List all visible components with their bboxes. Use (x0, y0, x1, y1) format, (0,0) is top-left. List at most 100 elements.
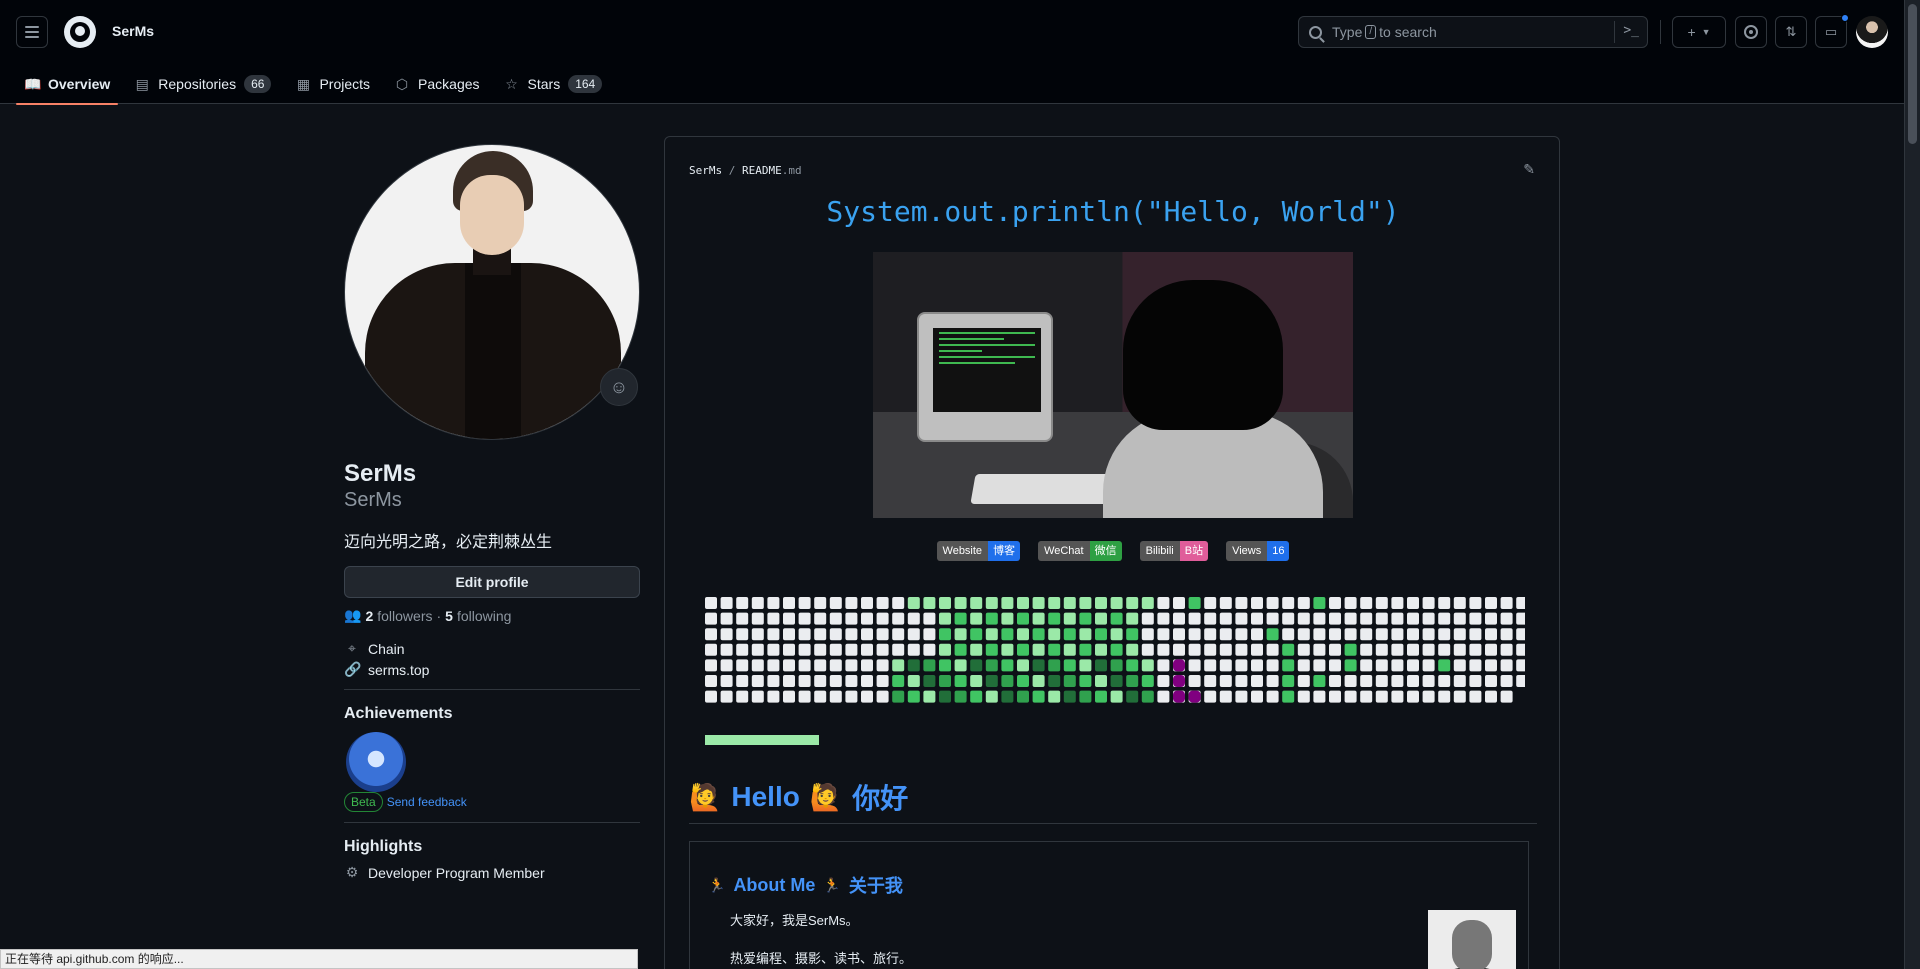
contribution-cell (1251, 628, 1263, 641)
contribution-cell (1469, 675, 1482, 687)
contribution-cell (1235, 628, 1248, 641)
contribution-cell (829, 628, 842, 641)
inbox-button[interactable]: ▭ (1815, 14, 1849, 48)
contribution-cell (1407, 675, 1419, 687)
contribution-cell (1485, 612, 1497, 625)
contribution-cell (954, 643, 967, 656)
website-badge[interactable]: Website 博客 (936, 541, 1021, 561)
tab-stars[interactable]: ☆ Stars 164 (496, 64, 611, 104)
contribution-cell (954, 659, 967, 672)
user-avatar-button[interactable] (1856, 16, 1888, 48)
send-feedback-link[interactable]: Send feedback (387, 795, 467, 809)
following-link[interactable]: following (457, 608, 511, 624)
contribution-cell (1126, 612, 1139, 625)
contribution-cell (1048, 612, 1061, 625)
contribution-cell (1219, 628, 1232, 641)
bilibili-badge[interactable]: Bilibili B站 (1139, 541, 1209, 561)
contribution-cell (1500, 675, 1513, 687)
contribution-cell (783, 612, 795, 625)
contribution-cell (798, 659, 811, 672)
contribution-cell (1001, 643, 1014, 656)
contribution-cell (1282, 690, 1295, 703)
snake-segment (1188, 690, 1201, 703)
contribution-cell (1438, 690, 1451, 703)
contribution-cell (970, 597, 983, 609)
snake-progress-fill (705, 735, 819, 745)
contribution-cell (1391, 675, 1404, 687)
edit-profile-button[interactable]: Edit profile (344, 566, 640, 598)
profile-website[interactable]: 🔗 serms.top (344, 661, 429, 678)
wechat-badge[interactable]: WeChat 微信 (1038, 541, 1122, 561)
achievement-badge[interactable] (346, 732, 406, 792)
contribution-cell (1516, 659, 1525, 672)
contribution-cell (1110, 659, 1123, 672)
raising-hand-icon: 🙋 (689, 781, 722, 812)
contribution-cell (892, 643, 905, 656)
contribution-cell (705, 612, 717, 625)
contribution-cell (1001, 612, 1014, 625)
header-username[interactable]: SerMs (112, 23, 154, 39)
edit-readme-button[interactable]: ✎ (1523, 161, 1535, 178)
profile-location: ⌖ Chain (344, 640, 405, 657)
contribution-cell (1375, 643, 1388, 656)
pull-requests-button[interactable]: ⇅ (1775, 16, 1807, 48)
contribution-cell (985, 643, 998, 656)
contribution-cell (829, 690, 842, 703)
contribution-cell (814, 675, 827, 687)
followers-link[interactable]: followers (377, 608, 432, 624)
contribution-cell (1438, 612, 1451, 625)
contribution-cell (751, 690, 764, 703)
contribution-cell (892, 675, 905, 687)
contribution-cell (1391, 690, 1404, 703)
contribution-cell (1485, 597, 1497, 609)
coding-animation-image (873, 252, 1353, 518)
issues-button[interactable] (1735, 16, 1767, 48)
contribution-cell (705, 675, 717, 687)
contribution-cell (1204, 612, 1217, 625)
contribution-cell (1453, 612, 1466, 625)
contribution-cell (1313, 597, 1326, 609)
contribution-cell (767, 659, 780, 672)
tab-overview[interactable]: 📖 Overview (16, 64, 119, 105)
contribution-cell (970, 628, 983, 641)
contribution-cell (720, 675, 733, 687)
contribution-cell (1063, 643, 1076, 656)
contribution-cell (1204, 643, 1217, 656)
contribution-cell (1469, 612, 1482, 625)
contribution-cell (939, 675, 951, 687)
contribution-cell (1126, 690, 1139, 703)
follow-stats: 👥 2 followers · 5 following (344, 607, 512, 624)
tab-projects[interactable]: ▦ Projects (287, 64, 378, 104)
search-input[interactable]: Type / to search >_ (1298, 16, 1648, 48)
contribution-cell (1360, 643, 1373, 656)
contribution-cell (907, 597, 920, 609)
set-status-button[interactable]: ☺ (600, 368, 638, 406)
contribution-cell (1001, 628, 1014, 641)
contribution-cell (970, 659, 983, 672)
contribution-cell (783, 597, 795, 609)
page-scrollbar[interactable] (1904, 0, 1920, 969)
github-logo-icon[interactable] (64, 16, 96, 48)
contribution-cell (1266, 643, 1279, 656)
menu-button[interactable] (16, 16, 48, 48)
contribution-snake-graph (705, 597, 1525, 703)
profile-avatar[interactable] (344, 144, 640, 440)
contribution-cell (1344, 675, 1357, 687)
command-palette-icon[interactable]: >_ (1623, 23, 1639, 38)
contribution-cell (1485, 643, 1497, 656)
link-icon: 🔗 (344, 661, 362, 677)
contribution-cell (1063, 597, 1076, 609)
achievements-title[interactable]: Achievements (344, 705, 453, 723)
contribution-cell (1500, 643, 1513, 656)
contribution-cell (970, 643, 983, 656)
contribution-cell (1360, 690, 1373, 703)
contribution-cell (1360, 628, 1373, 641)
tab-repositories[interactable]: ▤ Repositories 66 (126, 64, 279, 104)
scrollbar-thumb[interactable] (1908, 4, 1917, 144)
contribution-cell (1266, 690, 1279, 703)
tab-packages[interactable]: ⬡ Packages (386, 64, 487, 104)
contribution-cell (1017, 612, 1029, 625)
create-new-button[interactable]: + ▼ (1672, 16, 1726, 48)
contribution-cell (1391, 628, 1404, 641)
contribution-cell (1422, 675, 1435, 687)
